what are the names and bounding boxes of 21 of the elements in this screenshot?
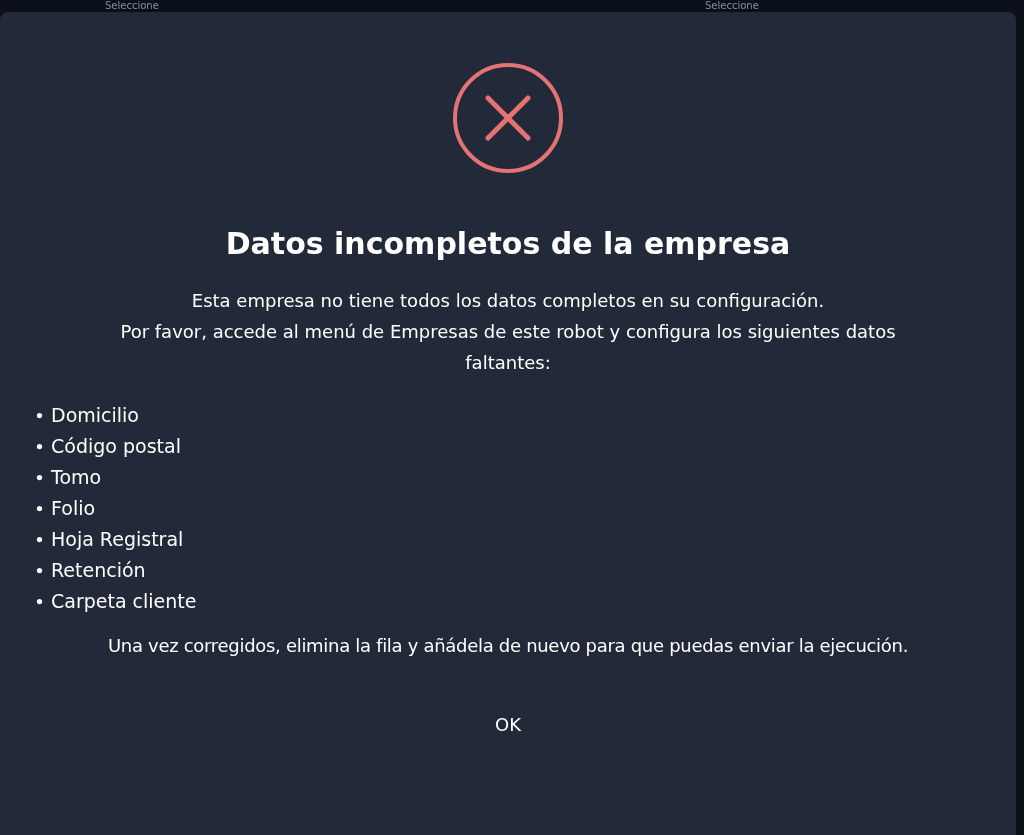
- bullet-icon: [36, 412, 43, 419]
- bullet-icon: [36, 505, 43, 512]
- bullet-icon: [36, 567, 43, 574]
- ok-button[interactable]: OK: [481, 706, 535, 743]
- error-icon: [452, 62, 564, 174]
- select-field[interactable]: Seleccione: [705, 0, 759, 12]
- dialog-message: Esta empresa no tiene todos los datos completos en su configuración. Por favor, accede al menú de Empresas de este robot y configura los siguientes datos faltantes:: [119, 289, 897, 375]
- missing-field-item: Código postal: [51, 434, 181, 459]
- missing-field-item: Tomo: [51, 465, 102, 490]
- bullet-icon: [36, 536, 43, 543]
- dialog-title: Datos incompletos de la empresa: [225, 226, 791, 261]
- bullet-icon: [36, 474, 43, 481]
- bullet-icon: [36, 598, 43, 605]
- missing-field-item: Carpeta cliente: [51, 589, 197, 614]
- missing-field-item: Folio: [51, 496, 96, 521]
- select-field[interactable]: Seleccione: [105, 0, 705, 12]
- dialog-footer-text: Una vez corregidos, elimina la fila y añádela de nuevo para que puedas enviar la ejecución.: [107, 635, 909, 656]
- missing-field-item: Hoja Registral: [51, 527, 184, 552]
- missing-field-item: Domicilio: [51, 403, 139, 428]
- bullet-icon: [36, 443, 43, 450]
- missing-field-item: Retención: [51, 558, 146, 583]
